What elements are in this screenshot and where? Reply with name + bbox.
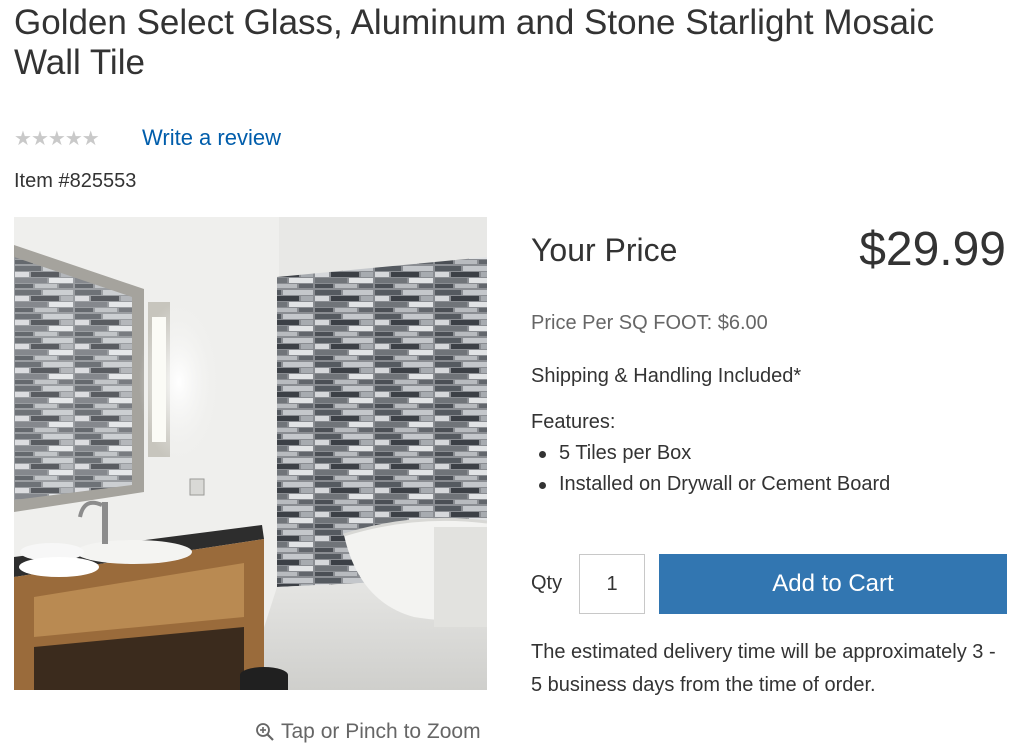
star-icon: ★ [81,126,100,150]
zoom-hint-text: Tap or Pinch to Zoom [281,720,481,743]
features-list: 5 Tiles per Box Installed on Drywall or … [531,438,890,500]
price-per-unit: Price Per SQ FOOT: $6.00 [531,312,768,334]
features-label: Features: [531,411,616,433]
star-rating[interactable]: ★ ★ ★ ★ ★ [14,124,100,152]
price-value: $29.99 [859,223,1006,276]
zoom-hint[interactable]: Tap or Pinch to Zoom [255,718,481,746]
star-icon: ★ [14,126,32,150]
feature-item: 5 Tiles per Box [531,438,890,469]
add-to-cart-button[interactable]: Add to Cart [659,554,1007,614]
product-title: Golden Select Glass, Aluminum and Stone … [14,3,935,82]
write-review-link[interactable]: Write a review [142,124,281,152]
your-price-label: Your Price [531,232,678,268]
star-icon: ★ [47,126,66,150]
feature-item: Installed on Drywall or Cement Board [531,469,890,500]
qty-label: Qty [531,572,563,594]
qty-input[interactable] [579,554,645,614]
zoom-icon [256,723,274,741]
star-icon: ★ [30,126,49,150]
star-icon: ★ [64,126,83,150]
delivery-estimate: The estimated delivery time will be appr… [531,641,996,696]
shipping-note: Shipping & Handling Included* [531,365,802,387]
item-number: Item #825553 [14,170,137,192]
product-image[interactable] [14,217,487,690]
